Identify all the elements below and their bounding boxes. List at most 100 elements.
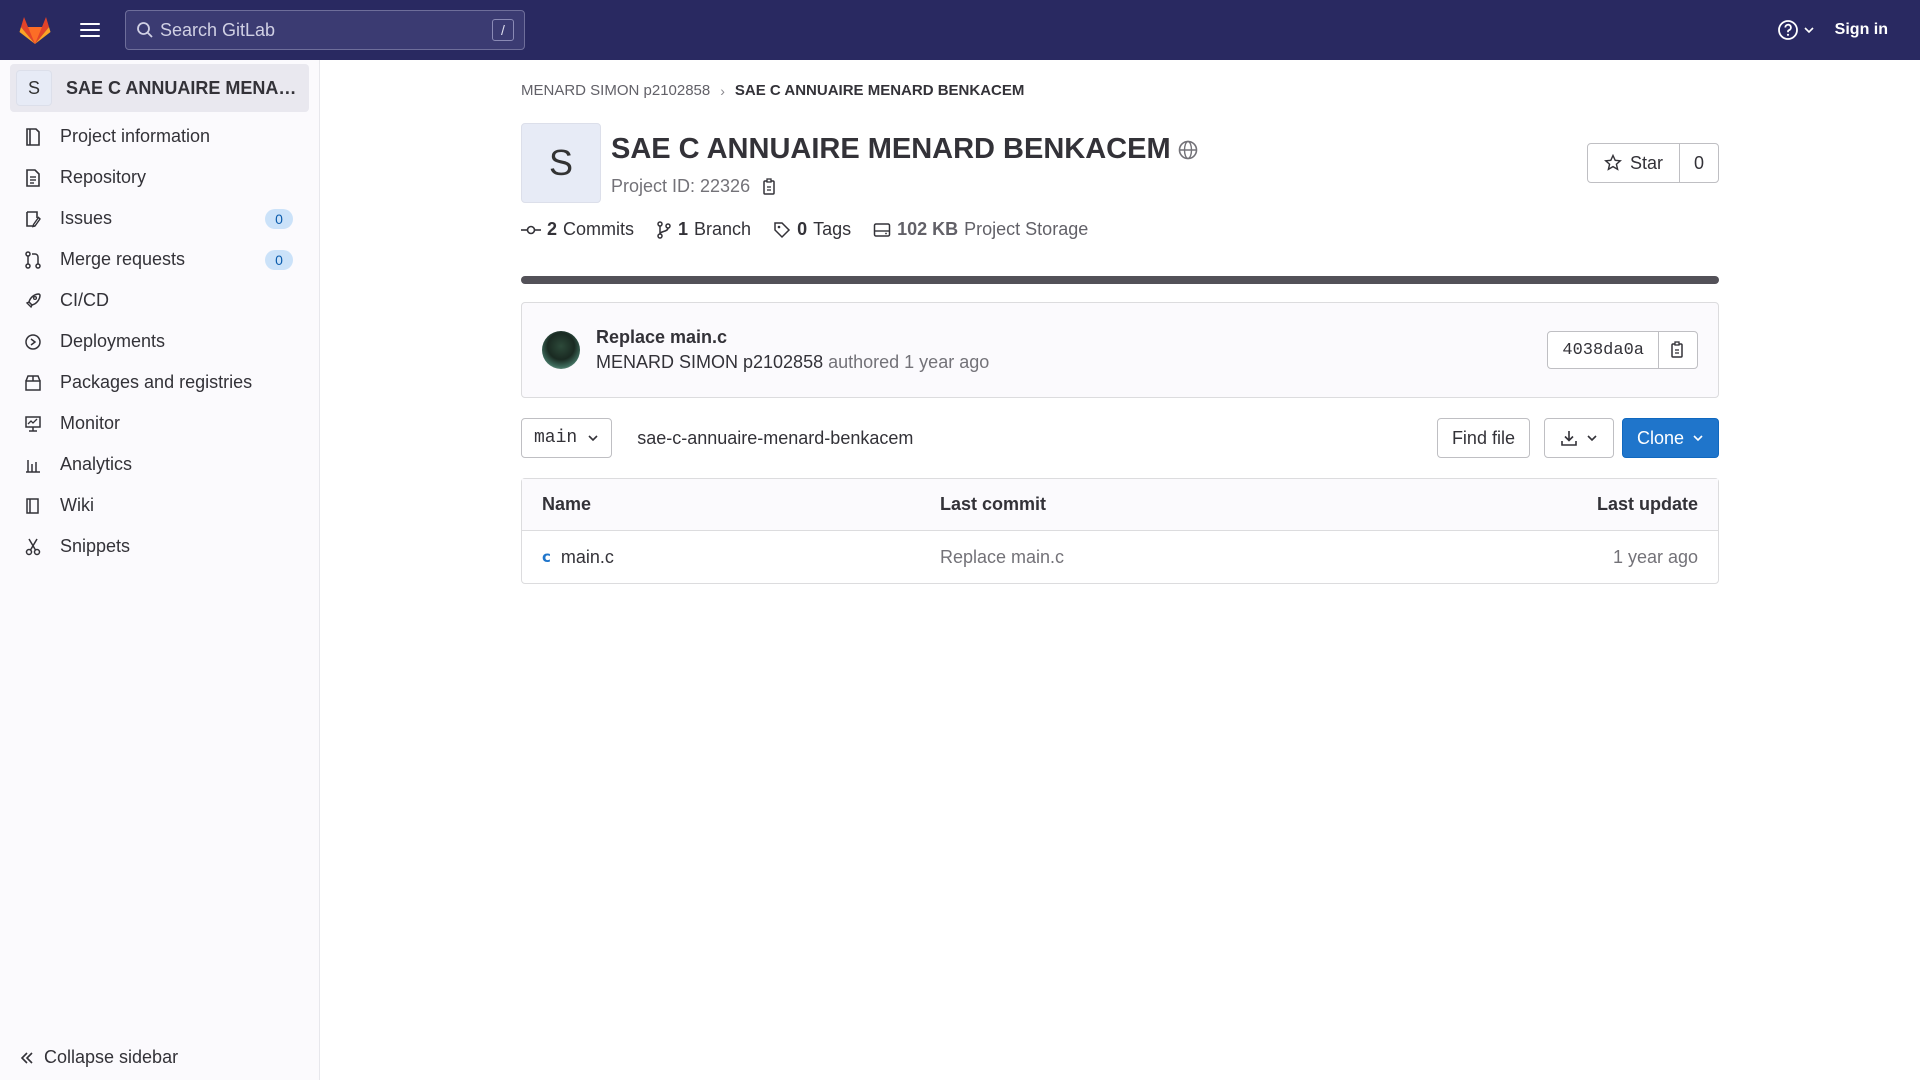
monitor-icon xyxy=(24,414,46,434)
sidebar-item-label: Merge requests xyxy=(60,249,186,269)
branch-name: main xyxy=(534,428,578,448)
project-avatar-small: S xyxy=(16,70,52,106)
sidebar-item-label: Issues xyxy=(60,208,113,228)
chevron-right-icon: › xyxy=(720,82,725,99)
sidebar: S SAE C ANNUAIRE MENARD BENKACEM Project… xyxy=(0,60,320,1080)
sidebar-item-packages-and-registries[interactable]: Packages and registries xyxy=(0,362,319,403)
table-row[interactable]: c main.c Replace main.c 1 year ago xyxy=(522,531,1718,583)
sidebar-item-snippets[interactable]: Snippets xyxy=(0,526,319,567)
star-count[interactable]: 0 xyxy=(1680,144,1718,182)
deployments-icon xyxy=(24,332,46,352)
file-name-cell: c main.c xyxy=(542,547,940,568)
project-title: SAE C ANNUAIRE MENARD BENKACEM xyxy=(611,133,1171,165)
chart-icon xyxy=(24,455,46,475)
header-name: Name xyxy=(542,494,592,514)
file-last-commit[interactable]: Replace main.c xyxy=(940,547,1613,568)
commit-sha[interactable]: 4038da0a xyxy=(1548,332,1659,368)
breadcrumb: MENARD SIMON p2102858 › SAE C ANNUAIRE M… xyxy=(521,82,1719,99)
copy-icon[interactable] xyxy=(762,177,778,196)
star-button-group: Star 0 xyxy=(1586,143,1719,183)
sidebar-item-monitor[interactable]: Monitor xyxy=(0,403,319,444)
collapse-sidebar-label: Collapse sidebar xyxy=(44,1047,179,1067)
branch-label: Branch xyxy=(694,219,752,239)
help-icon xyxy=(1777,20,1798,40)
sidebar-item-wiki[interactable]: Wiki xyxy=(0,485,319,526)
menu-icon[interactable] xyxy=(73,13,107,47)
tag-icon xyxy=(774,221,791,238)
sidebar-item-merge-requests[interactable]: Merge requests 0 xyxy=(0,239,319,280)
sidebar-item-label: Snippets xyxy=(60,536,131,556)
gitlab-logo-icon[interactable] xyxy=(17,12,53,48)
clone-button[interactable]: Clone xyxy=(1621,418,1719,458)
commit-icon xyxy=(521,225,541,234)
sidebar-item-label: Deployments xyxy=(60,331,166,351)
book-icon xyxy=(24,496,46,516)
sidebar-item-deployments[interactable]: Deployments xyxy=(0,321,319,362)
clone-label: Clone xyxy=(1636,427,1684,448)
main-content: MENARD SIMON p2102858 › SAE C ANNUAIRE M… xyxy=(521,60,1719,584)
sidebar-item-project-information[interactable]: Project information xyxy=(0,116,319,157)
storage-info[interactable]: 102 KB Project Storage xyxy=(873,219,1088,240)
breadcrumb-current[interactable]: SAE C ANNUAIRE MENARD BENKACEM xyxy=(735,82,1024,99)
breadcrumb-parent[interactable]: MENARD SIMON p2102858 xyxy=(521,82,710,99)
commits-link[interactable]: 2 Commits xyxy=(521,219,634,240)
package-icon xyxy=(24,373,46,393)
sidebar-item-label: CI/CD xyxy=(60,290,109,310)
sidebar-item-analytics[interactable]: Analytics xyxy=(0,444,319,485)
commits-count: 2 xyxy=(547,219,558,239)
tags-link[interactable]: 0 Tags xyxy=(773,219,851,240)
tags-count: 0 xyxy=(797,219,808,239)
sidebar-item-issues[interactable]: Issues 0 xyxy=(0,198,319,239)
snippet-icon xyxy=(24,537,46,557)
commit-title[interactable]: Replace main.c xyxy=(596,327,989,348)
tags-label: Tags xyxy=(813,219,852,239)
branch-icon xyxy=(657,220,671,239)
sidebar-item-label: Repository xyxy=(60,167,147,187)
sidebar-nav: Project information Repository Issues 0 … xyxy=(0,116,319,567)
c-file-icon: c xyxy=(542,548,551,566)
search-shortcut-key: / xyxy=(492,19,514,41)
issues-icon xyxy=(24,209,46,229)
help-dropdown[interactable] xyxy=(1777,19,1815,41)
copy-icon xyxy=(1671,341,1683,358)
branch-count: 1 xyxy=(678,219,689,239)
search-icon xyxy=(136,21,154,39)
search-input[interactable]: Search GitLab / xyxy=(125,10,525,50)
chevron-down-icon xyxy=(1693,435,1703,442)
copy-sha-button[interactable] xyxy=(1659,332,1697,368)
branches-link[interactable]: 1 Branch xyxy=(656,219,751,240)
rocket-icon xyxy=(24,291,46,311)
project-icon xyxy=(24,127,46,147)
file-name[interactable]: main.c xyxy=(561,547,614,568)
star-button[interactable]: Star xyxy=(1588,144,1680,182)
sidebar-item-repository[interactable]: Repository xyxy=(0,157,319,198)
sidebar-item-label: Packages and registries xyxy=(60,372,253,392)
top-navbar: Search GitLab / Sign in xyxy=(0,0,1920,60)
commits-label: Commits xyxy=(563,219,635,239)
avatar[interactable] xyxy=(542,331,580,369)
collapse-sidebar-button[interactable]: Collapse sidebar xyxy=(20,1047,178,1068)
header-last-update: Last update xyxy=(1596,494,1698,514)
chevron-down-icon xyxy=(1587,435,1597,442)
merge-request-icon xyxy=(24,250,46,270)
commit-author[interactable]: MENARD SIMON p2102858 xyxy=(596,352,823,372)
find-file-button[interactable]: Find file xyxy=(1436,418,1530,458)
file-last-update: 1 year ago xyxy=(1612,546,1698,567)
download-icon xyxy=(1561,431,1577,446)
language-bar xyxy=(521,276,1719,284)
page-title: SAE C ANNUAIRE MENARD BENKACEM xyxy=(611,133,1199,166)
repo-path[interactable]: sae-c-annuaire-menard-benkacem xyxy=(637,428,913,449)
sign-in-link[interactable]: Sign in xyxy=(1835,21,1888,39)
storage-label: Project Storage xyxy=(964,219,1089,239)
table-header: Name Last commit Last update xyxy=(522,479,1718,531)
chevron-down-icon xyxy=(1804,27,1814,34)
doc-icon xyxy=(24,168,46,188)
download-dropdown[interactable] xyxy=(1543,418,1614,458)
branch-selector[interactable]: main xyxy=(521,418,613,458)
sidebar-project-context[interactable]: S SAE C ANNUAIRE MENARD BENKACEM xyxy=(10,64,309,112)
commit-meta: MENARD SIMON p2102858 authored 1 year ag… xyxy=(596,352,989,373)
issues-count-badge: 0 xyxy=(265,208,293,229)
sidebar-item-cicd[interactable]: CI/CD xyxy=(0,280,319,321)
last-commit-panel: Replace main.c MENARD SIMON p2102858 aut… xyxy=(521,302,1719,398)
chevron-down-icon xyxy=(588,435,598,442)
